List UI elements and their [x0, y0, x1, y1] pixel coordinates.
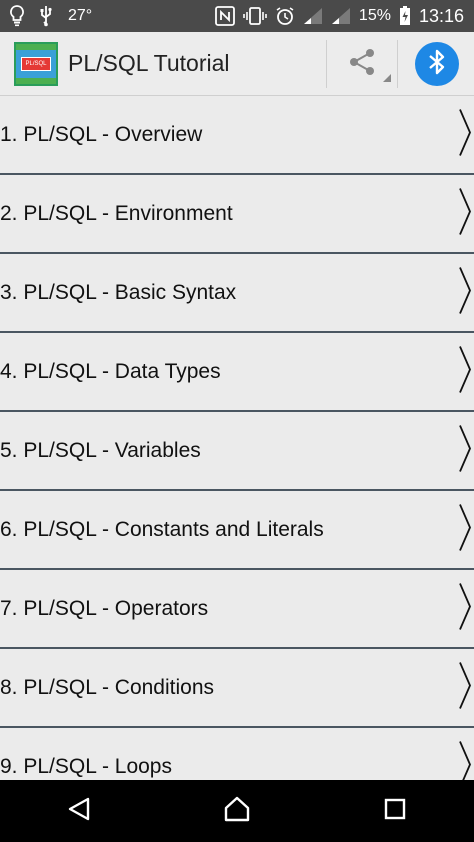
status-bar: 27° 15% 13:16 [0, 0, 474, 32]
app-logo: PL/SQL [14, 41, 58, 86]
chevron-right-icon [458, 502, 472, 557]
recents-button[interactable] [365, 786, 425, 836]
list-item-label: 8. PL/SQL - Conditions [0, 675, 214, 699]
back-triangle-icon [66, 796, 92, 827]
chevron-right-icon [458, 265, 472, 320]
back-button[interactable] [49, 786, 109, 836]
share-button[interactable] [326, 40, 398, 88]
list-item[interactable]: 4. PL/SQL - Data Types [0, 333, 474, 412]
list-item[interactable]: 2. PL/SQL - Environment [0, 175, 474, 254]
list-item[interactable]: 5. PL/SQL - Variables [0, 412, 474, 491]
app-title: PL/SQL Tutorial [68, 50, 230, 76]
app-logo-text: PL/SQL [21, 56, 51, 71]
vibrate-icon [243, 6, 267, 26]
chevron-right-icon [458, 581, 472, 636]
signal-icon-2 [331, 7, 351, 25]
chevron-right-icon [458, 423, 472, 478]
battery-icon [399, 6, 411, 26]
nfc-icon [215, 6, 235, 26]
bluetooth-icon [427, 48, 447, 81]
action-bar: PL/SQL PL/SQL Tutorial [0, 32, 474, 96]
navigation-bar [0, 780, 474, 842]
share-icon [347, 47, 377, 82]
home-button[interactable] [207, 786, 267, 836]
alarm-icon [275, 6, 295, 26]
clock-time: 13:16 [418, 5, 464, 26]
list-item-label: 5. PL/SQL - Variables [0, 438, 201, 462]
screen: 27° 15% 13:16 PL/SQL PL/SQL Tutorial 1. … [0, 0, 474, 842]
list-item[interactable]: 8. PL/SQL - Conditions [0, 649, 474, 728]
temperature-text: 27° [68, 7, 93, 24]
signal-icon-1 [303, 7, 323, 25]
chevron-right-icon [458, 107, 472, 162]
chevron-right-icon [458, 344, 472, 399]
lightbulb-icon [10, 5, 24, 27]
list-item-label: 9. PL/SQL - Loops [0, 754, 172, 778]
bluetooth-button[interactable] [415, 42, 459, 86]
list-item[interactable]: 7. PL/SQL - Operators [0, 570, 474, 649]
recents-square-icon [383, 797, 407, 826]
list-item-label: 2. PL/SQL - Environment [0, 201, 233, 225]
home-icon [223, 796, 251, 827]
chevron-right-icon [458, 186, 472, 241]
list-item-label: 6. PL/SQL - Constants and Literals [0, 517, 324, 541]
battery-percent: 15% [358, 7, 391, 24]
chevron-right-icon [458, 660, 472, 715]
list-item[interactable]: 1. PL/SQL - Overview [0, 96, 474, 175]
list-item[interactable]: 9. PL/SQL - Loops [0, 728, 474, 780]
list-item-label: 7. PL/SQL - Operators [0, 596, 209, 620]
list-item[interactable]: 3. PL/SQL - Basic Syntax [0, 254, 474, 333]
list-item-label: 1. PL/SQL - Overview [0, 122, 203, 146]
usb-icon [38, 5, 54, 27]
tutorial-list[interactable]: 1. PL/SQL - Overview 2. PL/SQL - Environ… [0, 96, 474, 780]
list-item-label: 3. PL/SQL - Basic Syntax [0, 280, 237, 304]
list-item[interactable]: 6. PL/SQL - Constants and Literals [0, 491, 474, 570]
chevron-right-icon [458, 739, 472, 780]
list-item-label: 4. PL/SQL - Data Types [0, 359, 221, 383]
